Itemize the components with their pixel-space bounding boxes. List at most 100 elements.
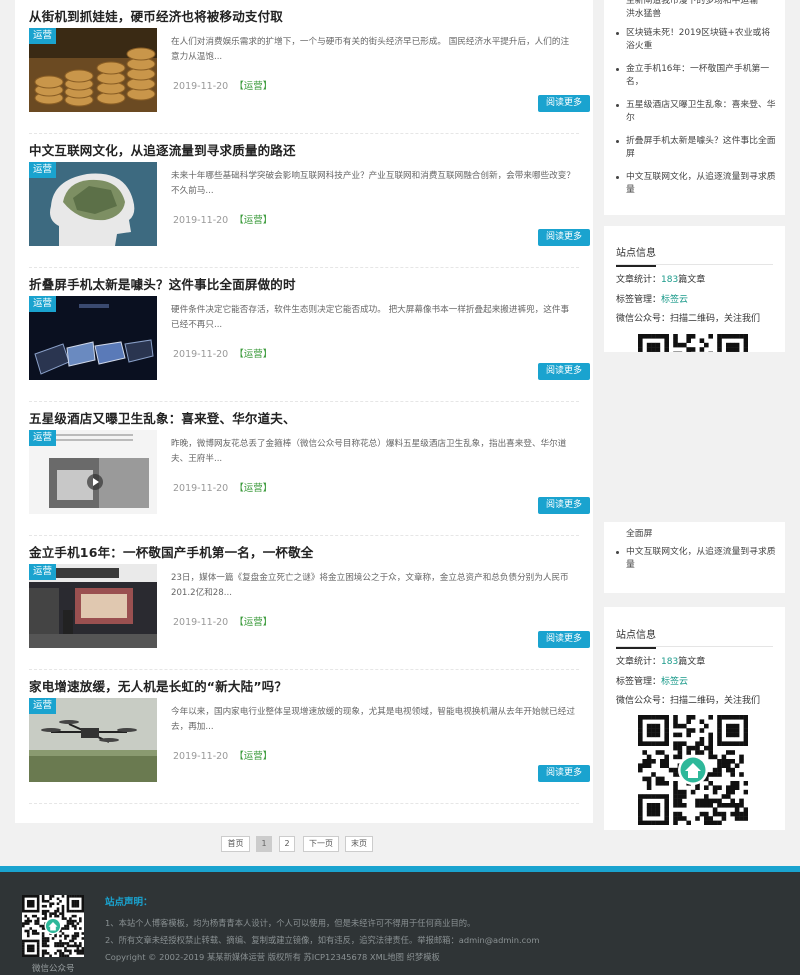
category-badge: 运营 (29, 28, 57, 44)
category-badge: 运营 (29, 564, 57, 580)
wechat-info: 微信公众号：扫描二维码，关注我们 (616, 696, 761, 706)
article-item: 五星级酒店又曝卫生乱象：喜来登、华尔道夫、 运营 昨晚，微博网友花总丢了金箍棒（… (29, 402, 590, 536)
last-page-link[interactable]: 末页 (345, 836, 373, 852)
article-item: 家电增速放缓，无人机是长虹的“新大陆”吗？ 运营 今年以来，国内家电行业整体呈现… (29, 670, 590, 804)
read-more-button[interactable]: 阅读更多 (538, 229, 590, 246)
tag-management-label: 标签管理： (616, 677, 662, 687)
sidebar-article-link[interactable]: 五星级酒店又曝卫生乱象：喜来登、华尔 (614, 99, 776, 125)
category-badge: 运营 (29, 698, 57, 714)
article-title[interactable]: 从街机到抓娃娃，硬币经济也将被移动支付取 (29, 6, 283, 25)
money-head-image[interactable]: 运营 (29, 162, 157, 246)
article-category-link[interactable]: 【运营】 (234, 751, 272, 762)
article-title[interactable]: 金立手机16年：一杯敬国产手机第一名，一杯敬全 (29, 542, 314, 561)
site-footer: 微信公众号 站点声明： 1、本站个人博客模板，均为杨青青本人设计，个人可以使用，… (0, 866, 800, 975)
article-count-value: 183 (661, 275, 679, 285)
article-count: 文章统计：183篇文章 (616, 654, 705, 667)
sidebar-partial-text: 洪水猛兽 (626, 9, 662, 19)
article-item: 从街机到抓娃娃，硬币经济也将被移动支付取 运营 在人们对消费娱乐需求的扩增下，一… (29, 0, 590, 134)
sidebar-article-link[interactable]: 折叠屏手机太新是噱头？这件事比全面屏 (614, 135, 776, 161)
article-excerpt: 今年以来，国内家电行业整体呈现增速放缓的现象，尤其是电视领域，智能电视换机潮从去… (171, 707, 575, 732)
drone-image[interactable]: 运营 (29, 698, 157, 782)
read-more-button[interactable]: 阅读更多 (538, 95, 590, 112)
next-page-link[interactable]: 下一页 (303, 836, 339, 852)
footer-statement-line: 1、本站个人博客模板，均为杨青青本人设计，个人可以使用，但是未经许可不得用于任何… (105, 918, 476, 928)
article-meta: 2019-11-20 【运营】 (173, 748, 272, 762)
sidebar-article-link[interactable]: 中文互联网文化，从追逐流量到寻求质量 (614, 171, 776, 197)
category-badge: 运营 (29, 296, 57, 312)
article-meta: 2019-11-20 【运营】 (173, 346, 272, 360)
tag-management-label: 标签管理： (616, 295, 662, 305)
sidebar-article-link[interactable]: 中文互联网文化，从追逐流量到寻求质量 (614, 546, 776, 572)
article-date: 2019-11-20 (173, 81, 229, 92)
read-more-button[interactable]: 阅读更多 (538, 497, 590, 514)
read-more-button[interactable]: 阅读更多 (538, 631, 590, 648)
article-meta: 2019-11-20 【运营】 (173, 480, 272, 494)
coins-image[interactable]: 运营 (29, 28, 157, 112)
article-count-label: 文章统计： (616, 657, 662, 667)
footer-copyright: Copyright © 2002-2019 某某新媒体运营 版权所有 苏ICP1… (105, 952, 440, 962)
sidebar-recent-articles-repeat: 全面屏 中文互联网文化，从追逐流量到寻求质量 (604, 522, 785, 593)
article-category-link[interactable]: 【运营】 (234, 483, 272, 494)
article-meta: 2019-11-20 【运营】 (173, 212, 272, 226)
article-title[interactable]: 折叠屏手机太新是噱头？这件事比全面屏做的时 (29, 274, 296, 293)
article-count-value: 183 (661, 657, 679, 667)
read-more-button[interactable]: 阅读更多 (538, 363, 590, 380)
article-date: 2019-11-20 (173, 751, 229, 762)
sidebar-article-link[interactable]: 区块链未死！2019区块链+农业或将浴火重 (614, 27, 776, 53)
sidebar-site-info: 站点信息 文章统计：183篇文章 标签管理：标签云 微信公众号：扫描二维码，关注… (604, 226, 785, 352)
article-category-link[interactable]: 【运营】 (234, 81, 272, 92)
article-count-unit: 篇文章 (678, 275, 706, 285)
article-date: 2019-11-20 (173, 349, 229, 360)
qr-code-icon (638, 715, 749, 829)
qr-code-icon (638, 334, 749, 352)
article-meta: 2019-11-20 【运营】 (173, 614, 272, 628)
article-title[interactable]: 家电增速放缓，无人机是长虹的“新大陆”吗？ (29, 676, 287, 695)
page-2-link[interactable]: 2 (279, 836, 295, 852)
wechat-info: 微信公众号：扫描二维码，关注我们 (616, 314, 761, 324)
sidebar-article-list: 区块链未死！2019区块链+农业或将浴火重 金立手机16年：一杯敬国产手机第一名… (614, 27, 776, 207)
article-category-link[interactable]: 【运营】 (234, 215, 272, 226)
page-1-current: 1 (256, 836, 272, 852)
article-item: 金立手机16年：一杯敬国产手机第一名，一杯敬全 运营 23日，媒体一篇《复盘金立… (29, 536, 590, 670)
article-count-label: 文章统计： (616, 275, 662, 285)
gionee-store-image[interactable]: 运营 (29, 564, 157, 648)
article-category-link[interactable]: 【运营】 (234, 617, 272, 628)
article-title[interactable]: 中文互联网文化，从追逐流量到寻求质量的路还 (29, 140, 296, 159)
article-date: 2019-11-20 (173, 483, 229, 494)
category-badge: 运营 (29, 430, 57, 446)
sidebar-article-link[interactable]: 金立手机16年：一杯敬国产手机第一名， (614, 63, 776, 89)
tag-cloud-link[interactable]: 标签云 (661, 295, 688, 305)
sidebar-partial-text: 至新闸造我市漫下的多场和中运输 (626, 0, 758, 6)
article-date: 2019-11-20 (173, 617, 229, 628)
first-page-link[interactable]: 首页 (221, 836, 250, 852)
sidebar-site-info-repeat: 站点信息 文章统计：183篇文章 标签管理：标签云 微信公众号：扫描二维码，关注… (604, 607, 785, 830)
hotel-video-image[interactable]: 运营 (29, 430, 157, 514)
article-meta: 2019-11-20 【运营】 (173, 78, 272, 92)
footer-qr-code-icon (22, 895, 85, 958)
article-count: 文章统计：183篇文章 (616, 272, 705, 285)
article-count-unit: 篇文章 (678, 657, 706, 667)
article-category-link[interactable]: 【运营】 (234, 349, 272, 360)
sidebar-partial-item[interactable]: 至新闸造我市漫下的多场和中运输 洪水猛兽 (626, 0, 776, 21)
article-date: 2019-11-20 (173, 215, 229, 226)
footer-statement-title: 站点声明： (105, 897, 153, 908)
article-excerpt: 昨晚，微博网友花总丢了金箍棒（微信公众号目称花总）爆料五星级酒店卫生乱象，指出喜… (171, 439, 567, 464)
article-excerpt: 23日，媒体一篇《复盘金立死亡之谜》将金立困境公之于众，文章称，金立总资产和总负… (171, 573, 569, 598)
footer-qr-label: 微信公众号 (32, 964, 75, 974)
article-excerpt: 未来十年哪些基础科学突破会影响互联网科技产业？产业互联网和消费互联网融合创新，会… (171, 171, 575, 196)
article-excerpt: 硬件条件决定它能否存活，软件生态则决定它能否成功。 把大屏幕像书本一样折叠起来搬… (171, 305, 570, 330)
divider (616, 646, 773, 647)
tag-management: 标签管理：标签云 (616, 292, 688, 305)
article-item: 中文互联网文化，从追逐流量到寻求质量的路还 运营 未来十年哪些基础科学突破会影响… (29, 134, 590, 268)
article-title[interactable]: 五星级酒店又曝卫生乱象：喜来登、华尔道夫、 (29, 408, 296, 427)
article-item: 折叠屏手机太新是噱头？这件事比全面屏做的时 运营 硬件条件决定它能否存活，软件生… (29, 268, 590, 402)
sidebar-partial-item[interactable]: 全面屏 (626, 526, 652, 539)
sidebar-article-list: 中文互联网文化，从追逐流量到寻求质量 (614, 546, 776, 582)
article-list: 从街机到抓娃娃，硬币经济也将被移动支付取 运营 在人们对消费娱乐需求的扩增下，一… (15, 0, 593, 823)
tag-management: 标签管理：标签云 (616, 674, 688, 687)
tag-cloud-link[interactable]: 标签云 (661, 677, 688, 687)
read-more-button[interactable]: 阅读更多 (538, 765, 590, 782)
foldable-phones-image[interactable]: 运营 (29, 296, 157, 380)
category-badge: 运营 (29, 162, 57, 178)
footer-statement-line: 2、所有文章未经授权禁止转载、摘编、复制或建立镜像，如有违反，追究法律责任。举报… (105, 935, 540, 945)
